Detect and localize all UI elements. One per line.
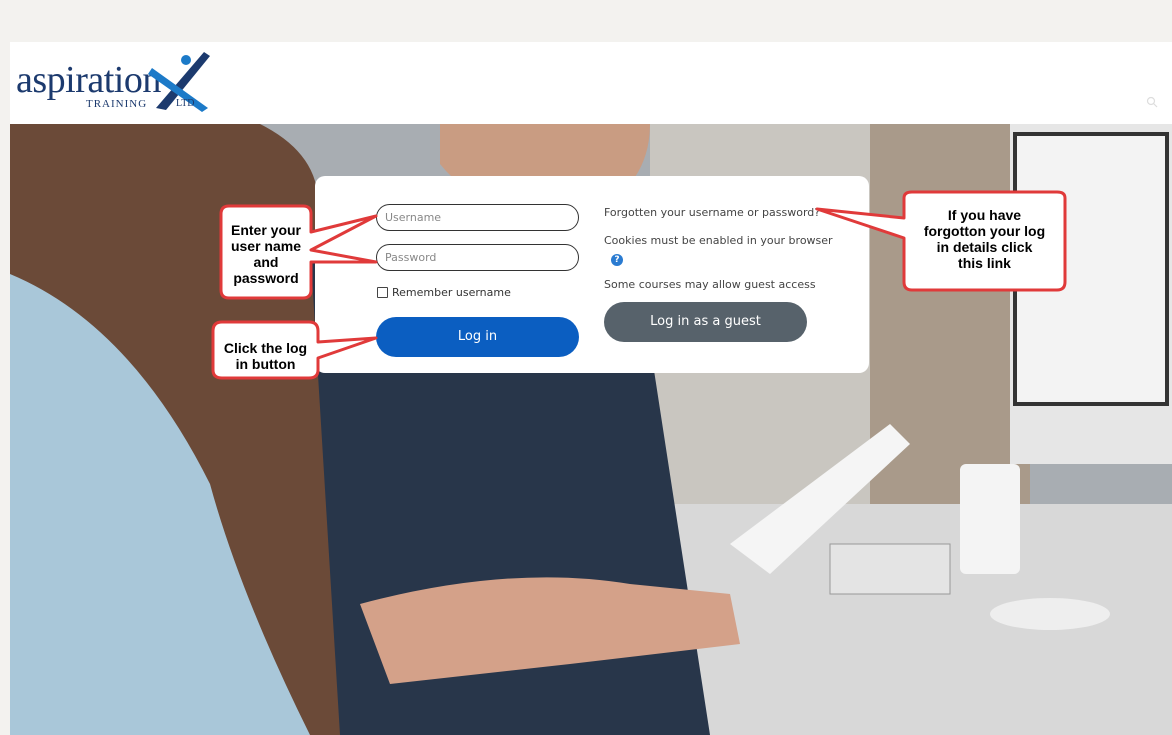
login-button[interactable]: Log in <box>376 317 579 357</box>
callout-line: this link <box>958 255 1011 271</box>
aspiration-logo[interactable]: aspiration TRAINING LTD <box>16 48 216 120</box>
callout-line: in details click <box>936 239 1033 255</box>
callout-line: Click the log <box>223 340 308 356</box>
remember-label: Remember username <box>392 286 511 299</box>
password-input[interactable]: Password <box>376 244 579 271</box>
callout-click-login: Click the log in button <box>213 340 318 372</box>
search-icon[interactable] <box>1146 96 1158 108</box>
callout-line: forgotton your log <box>923 223 1046 239</box>
browser-top-bar <box>0 0 1172 42</box>
callout-line: in button <box>235 356 296 372</box>
guest-login-button[interactable]: Log in as a guest <box>604 302 807 342</box>
logo-ltd: LTD <box>176 98 195 109</box>
remember-username[interactable]: Remember username <box>377 286 511 299</box>
logo-wordmark: aspiration <box>16 59 161 101</box>
callout-line: user name <box>230 238 302 254</box>
login-card: Username Password Remember username Log … <box>315 176 869 373</box>
callout-line: Enter your <box>230 222 301 238</box>
guest-access-notice: Some courses may allow guest access <box>604 278 816 291</box>
logo-subtitle: TRAINING <box>86 98 148 110</box>
site-header: aspiration TRAINING LTD <box>10 42 1172 124</box>
remember-checkbox[interactable] <box>377 287 388 298</box>
forgot-password-link[interactable]: Forgotten your username or password? <box>604 206 820 219</box>
cookies-notice: Cookies must be enabled in your browser <box>604 234 833 247</box>
callout-line: password <box>233 270 299 286</box>
callout-line: and <box>253 254 279 270</box>
username-input[interactable]: Username <box>376 204 579 231</box>
callout-enter-credentials: Enter your user name and password <box>221 222 311 286</box>
callout-forgot-details: If you have forgotton your log in detail… <box>904 207 1065 271</box>
question-circle-icon[interactable]: ? <box>611 254 623 266</box>
callout-line: If you have <box>947 207 1022 223</box>
